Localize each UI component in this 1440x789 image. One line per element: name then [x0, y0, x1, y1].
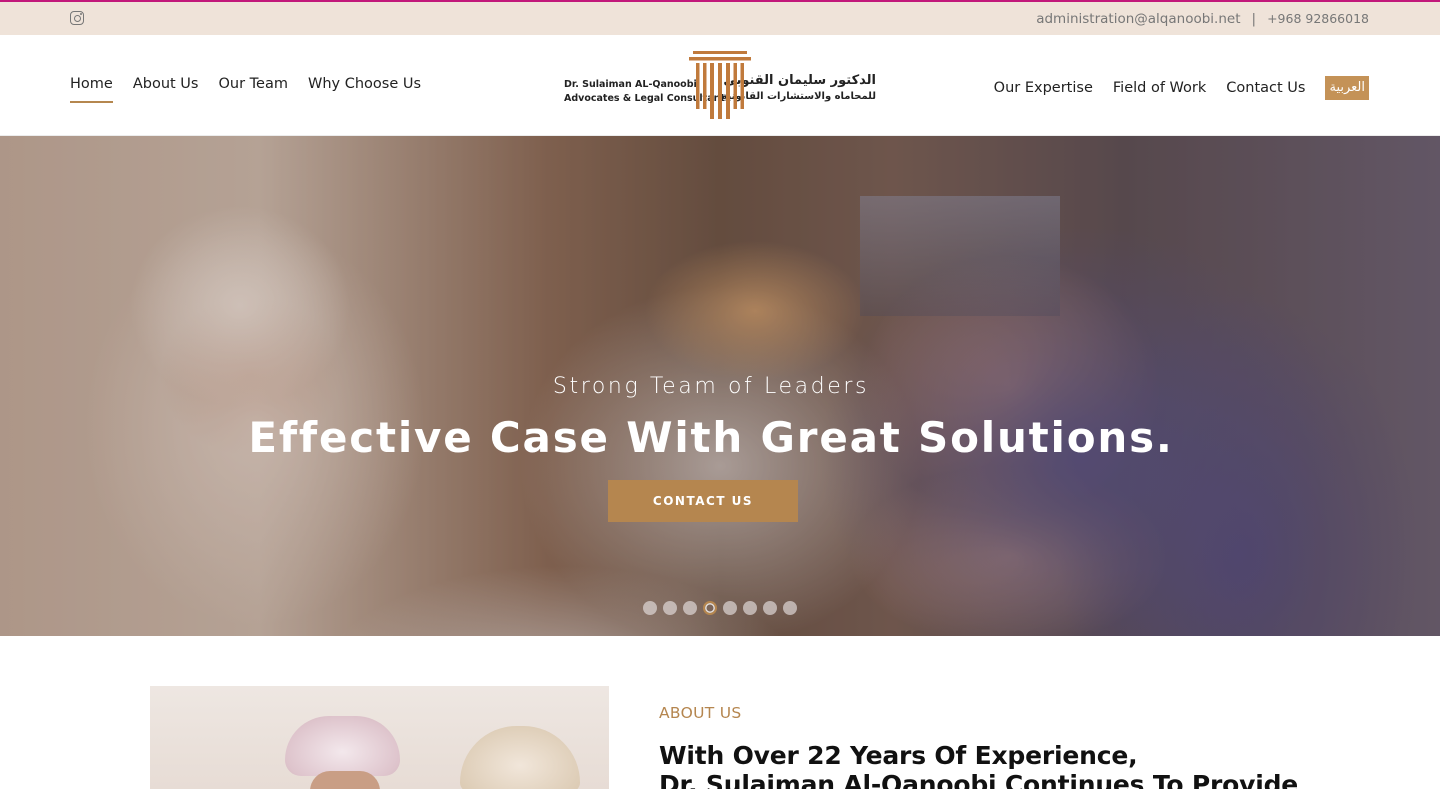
slider-dot[interactable] [783, 601, 797, 615]
nav-item-our-expertise[interactable]: Our Expertise [994, 80, 1093, 96]
slider-dot[interactable] [683, 601, 697, 615]
about-photo-face [310, 771, 380, 789]
slider-dot[interactable] [723, 601, 737, 615]
nav-item-about-us[interactable]: About Us [133, 76, 199, 92]
slider-dot[interactable] [663, 601, 677, 615]
about-heading-line-2: Dr. Sulaiman Al-Qanoobi Continues To Pro… [659, 770, 1299, 789]
nav-item-contact-us[interactable]: Contact Us [1226, 80, 1305, 96]
about-photo-turban [285, 716, 400, 776]
email-link[interactable]: administration@alqanoobi.net [1036, 11, 1240, 27]
logo-name-en: Dr. Sulaiman AL-Qanoobi [564, 79, 697, 90]
about-heading-line-1: With Over 22 Years Of Experience, [659, 741, 1138, 770]
about-photo-turban-2 [460, 726, 580, 789]
nav-item-why-choose-us[interactable]: Why Choose Us [308, 76, 421, 92]
site-logo[interactable]: Dr. Sulaiman AL-Qanoobi Advocates & Lega… [563, 51, 877, 119]
hero-subtitle: Strong Team of Leaders [552, 374, 870, 399]
hero-title: Effective Case With Great Solutions. [248, 413, 1174, 462]
contact-us-button[interactable]: CONTACT US [608, 480, 798, 522]
phone-link[interactable]: +968 92866018 [1267, 11, 1369, 26]
about-section-label: ABOUT US [659, 704, 742, 722]
slider-dot[interactable] [643, 601, 657, 615]
nav-item-field-of-work[interactable]: Field of Work [1113, 80, 1206, 96]
slider-pagination [643, 601, 803, 615]
top-contact: administration@alqanoobi.net | +968 928660… [1036, 11, 1369, 27]
nav-right: Our Expertise Field of Work Contact Us ا… [974, 76, 1369, 100]
logo-pillar-icon [689, 51, 751, 119]
nav-item-our-team[interactable]: Our Team [218, 76, 288, 92]
hero-content: Strong Team of Leaders Effective Case Wi… [0, 136, 1440, 636]
site-header: Home About Us Our Team Why Choose Us Dr.… [0, 35, 1440, 136]
instagram-icon[interactable] [70, 11, 84, 25]
nav-left: Home About Us Our Team Why Choose Us [70, 76, 441, 103]
contact-separator: | [1251, 11, 1257, 27]
hero-slider: Strong Team of Leaders Effective Case Wi… [0, 136, 1440, 636]
top-bar: administration@alqanoobi.net | +968 928660… [0, 0, 1440, 35]
about-image [150, 686, 609, 789]
nav-item-home[interactable]: Home [70, 76, 113, 103]
slider-dot[interactable] [703, 601, 717, 615]
language-switch-button[interactable]: العربية [1325, 76, 1369, 100]
slider-dot[interactable] [763, 601, 777, 615]
slider-dot[interactable] [743, 601, 757, 615]
